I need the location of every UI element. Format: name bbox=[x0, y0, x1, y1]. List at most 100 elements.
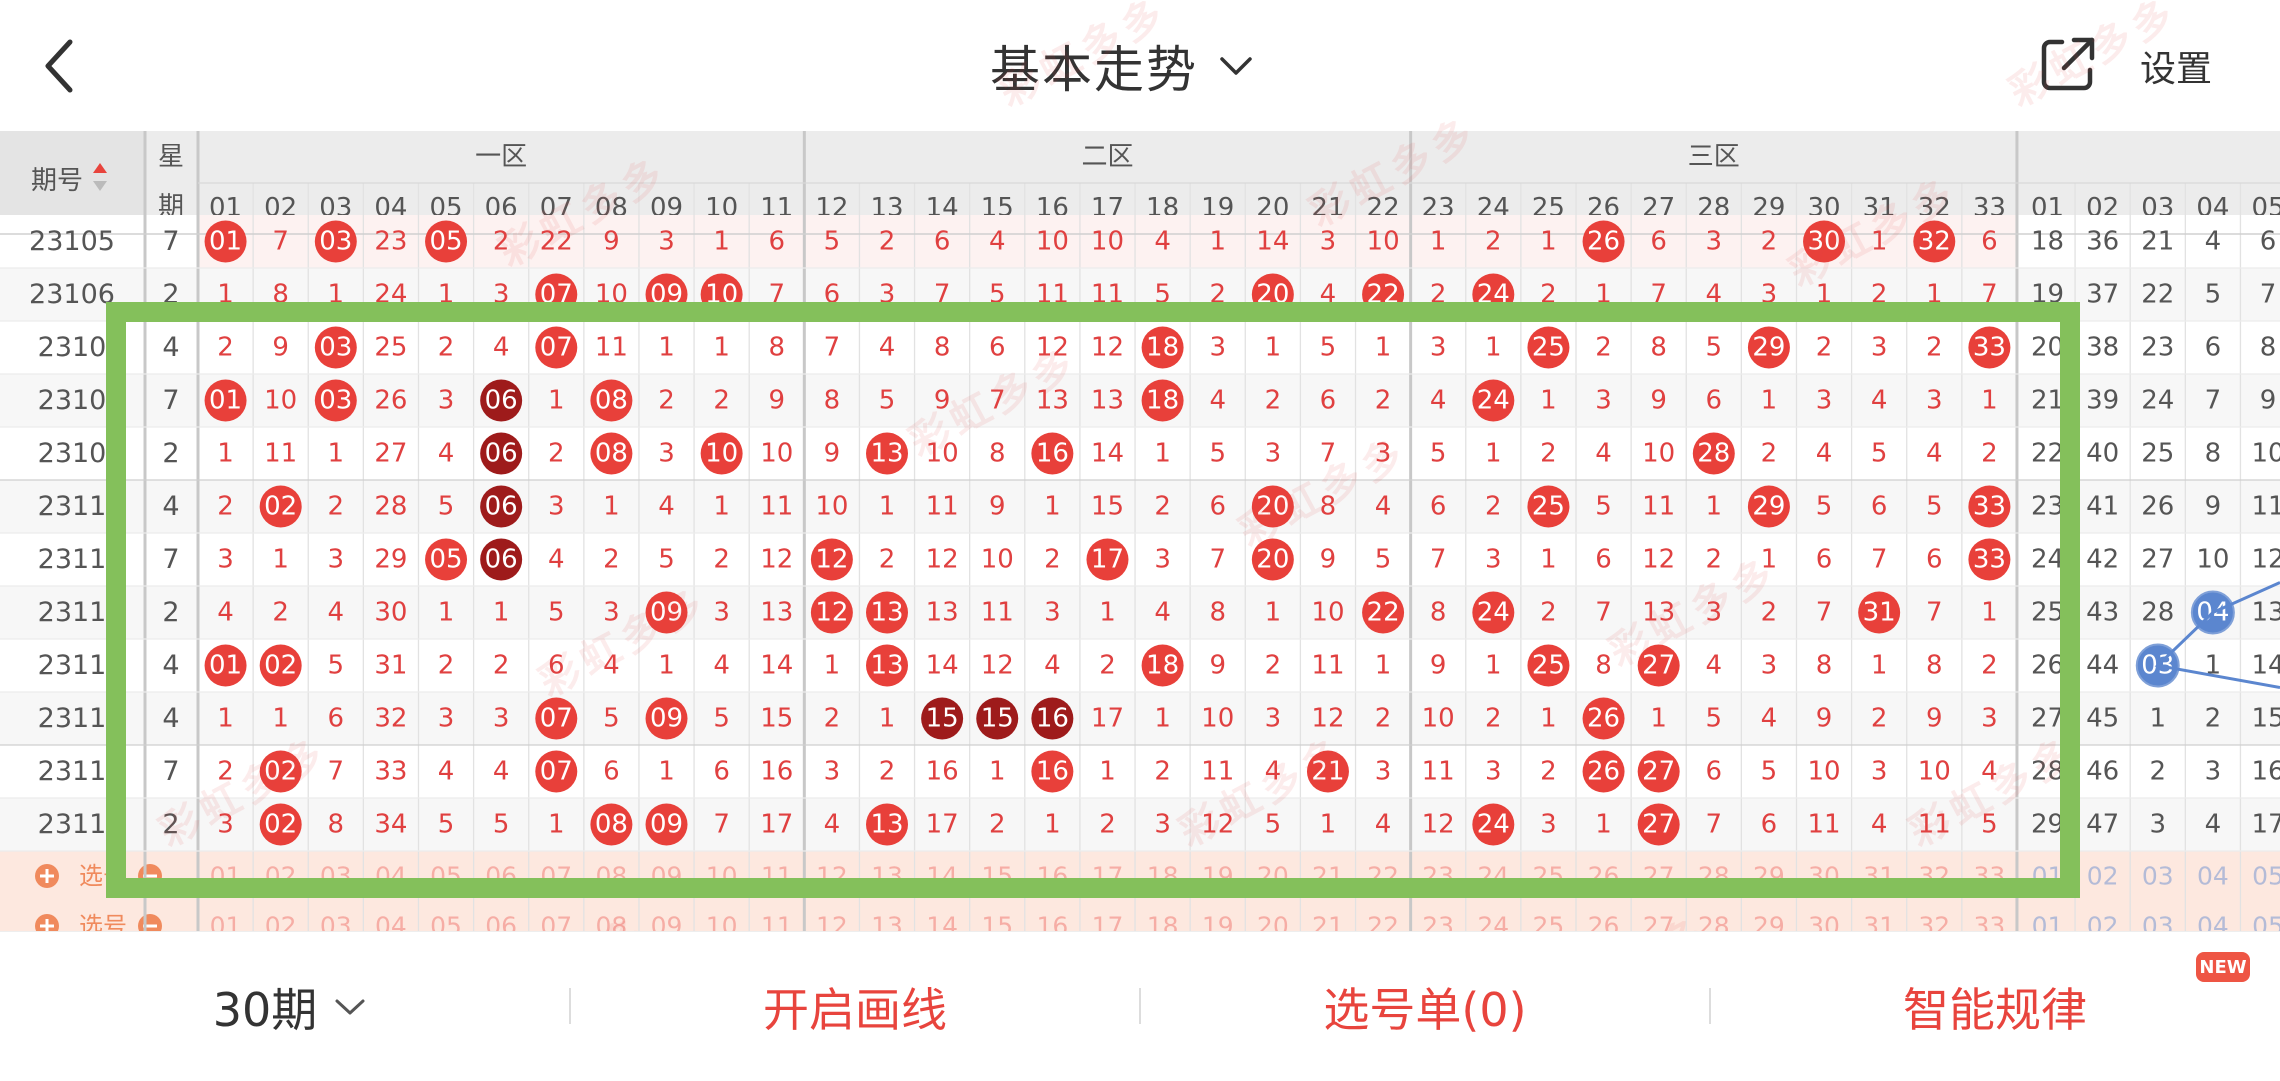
settings-button[interactable]: 设置 bbox=[2140, 40, 2212, 92]
divider bbox=[1139, 988, 1141, 1024]
drawn-number: 25 bbox=[1532, 333, 1565, 363]
omission-value: 1 bbox=[493, 598, 510, 628]
omission-value: 4 bbox=[493, 757, 510, 787]
omission-value: 25 bbox=[2031, 598, 2064, 628]
omission-value: 2 bbox=[1209, 280, 1226, 310]
omission-value: 1 bbox=[1871, 227, 1888, 257]
omission-value: 4 bbox=[1706, 651, 1723, 681]
omission-value: 3 bbox=[2205, 757, 2222, 787]
omission-value: 6 bbox=[1981, 227, 1998, 257]
omission-value: 2 bbox=[879, 227, 896, 257]
omission-value: 15 bbox=[1091, 492, 1124, 522]
omission-value: 25 bbox=[374, 333, 407, 363]
drawn-number: 13 bbox=[870, 439, 903, 469]
draw-line-button[interactable]: 开启画线 bbox=[640, 932, 1070, 1081]
omission-value: 6 bbox=[1816, 545, 1833, 575]
omission-value: 1 bbox=[217, 704, 234, 734]
zone-header: 二区 bbox=[1081, 142, 1133, 172]
omission-value: 38 bbox=[2086, 333, 2119, 363]
drawn-number: 27 bbox=[1642, 651, 1675, 681]
omission-value: 3 bbox=[1871, 333, 1888, 363]
select-number: 33 bbox=[1973, 862, 2005, 891]
trend-chart-grid[interactable]: 期号星期一区 二区 三区 01 02 03 04 05 06 07 08 09 10 11 12 13 14 15… bbox=[0, 131, 2280, 931]
omission-value: 8 bbox=[768, 333, 785, 363]
omission-value: 1 bbox=[1044, 810, 1061, 840]
omission-value: 7 bbox=[2205, 386, 2222, 416]
omission-value: 7 bbox=[1926, 598, 1943, 628]
omission-value: 8 bbox=[934, 333, 951, 363]
omission-value: 37 bbox=[2086, 280, 2119, 310]
omission-value: 2 bbox=[438, 651, 455, 681]
omission-value: 22 bbox=[540, 227, 573, 257]
period-count-label: 30期 bbox=[212, 982, 318, 1037]
select-number: 17 bbox=[1092, 862, 1124, 891]
omission-value: 4 bbox=[438, 757, 455, 787]
omission-value: 10 bbox=[1311, 598, 1344, 628]
select-number: 10 bbox=[706, 862, 738, 891]
page-title: 基本走势 bbox=[990, 41, 1198, 99]
select-number: 22 bbox=[1367, 912, 1399, 932]
zone-header: 三区 bbox=[1688, 142, 1740, 172]
drawn-number: 03 bbox=[319, 386, 352, 416]
omission-value: 17 bbox=[1091, 704, 1124, 734]
select-number: 04 bbox=[375, 862, 407, 891]
omission-value: 3 bbox=[879, 280, 896, 310]
page-title-dropdown[interactable]: 基本走势 bbox=[990, 28, 1254, 104]
omission-value: 4 bbox=[1816, 439, 1833, 469]
omission-value: 10 bbox=[1807, 757, 1840, 787]
omission-value: 1 bbox=[879, 492, 896, 522]
drawn-number: 28 bbox=[1697, 439, 1730, 469]
omission-value: 1 bbox=[1265, 598, 1282, 628]
omission-value: 36 bbox=[2086, 227, 2119, 257]
drawn-number: 08 bbox=[595, 386, 628, 416]
omission-value: 4 bbox=[658, 492, 675, 522]
divider bbox=[569, 988, 571, 1024]
select-number: 12 bbox=[816, 912, 848, 932]
omission-value: 1 bbox=[1099, 757, 1116, 787]
select-number: 31 bbox=[1863, 862, 1895, 891]
drawn-number: 13 bbox=[870, 598, 903, 628]
omission-value: 2 bbox=[1871, 280, 1888, 310]
smart-pattern-button[interactable]: 智能规律 bbox=[1780, 932, 2210, 1081]
back-button[interactable] bbox=[30, 28, 90, 104]
omission-value: 1 bbox=[713, 227, 730, 257]
select-number: 09 bbox=[651, 912, 683, 932]
weekday-value: 4 bbox=[162, 650, 179, 681]
omission-value: 27 bbox=[374, 439, 407, 469]
drawn-number: 31 bbox=[1863, 598, 1896, 628]
omission-value: 1 bbox=[1981, 386, 1998, 416]
omission-value: 4 bbox=[989, 227, 1006, 257]
omission-value: 4 bbox=[2205, 227, 2222, 257]
omission-value: 28 bbox=[2031, 757, 2064, 787]
share-button[interactable] bbox=[2036, 32, 2100, 96]
omission-value: 7 bbox=[1595, 598, 1612, 628]
selection-list-button[interactable]: 选号单(0) bbox=[1210, 932, 1640, 1081]
omission-value: 2 bbox=[1154, 757, 1171, 787]
omission-value: 5 bbox=[989, 280, 1006, 310]
omission-value: 4 bbox=[2205, 810, 2222, 840]
omission-value: 4 bbox=[217, 598, 234, 628]
omission-value: 3 bbox=[1595, 386, 1612, 416]
new-badge: NEW bbox=[2196, 952, 2250, 982]
omission-value: 17 bbox=[926, 810, 959, 840]
select-number: 09 bbox=[651, 862, 683, 891]
omission-value: 32 bbox=[374, 704, 407, 734]
omission-value: 11 bbox=[264, 439, 297, 469]
period-count-dropdown[interactable]: 30期 bbox=[180, 932, 400, 1081]
omission-value: 1 bbox=[713, 333, 730, 363]
omission-value: 3 bbox=[217, 545, 234, 575]
omission-value: 1 bbox=[272, 704, 289, 734]
omission-value: 11 bbox=[2251, 492, 2280, 522]
omission-value: 9 bbox=[989, 492, 1006, 522]
period-number: 2311 bbox=[38, 756, 107, 787]
select-row-label: 选号 bbox=[79, 862, 127, 890]
weekday-value: 7 bbox=[162, 756, 179, 787]
omission-value: 3 bbox=[493, 704, 510, 734]
omission-value: 6 bbox=[713, 757, 730, 787]
chevron-left-icon bbox=[45, 39, 73, 93]
omission-value: 1 bbox=[1816, 280, 1833, 310]
drawn-number: 15 bbox=[926, 704, 959, 734]
omission-value: 3 bbox=[1375, 439, 1392, 469]
omission-value: 39 bbox=[2086, 386, 2119, 416]
omission-value: 8 bbox=[1430, 598, 1447, 628]
